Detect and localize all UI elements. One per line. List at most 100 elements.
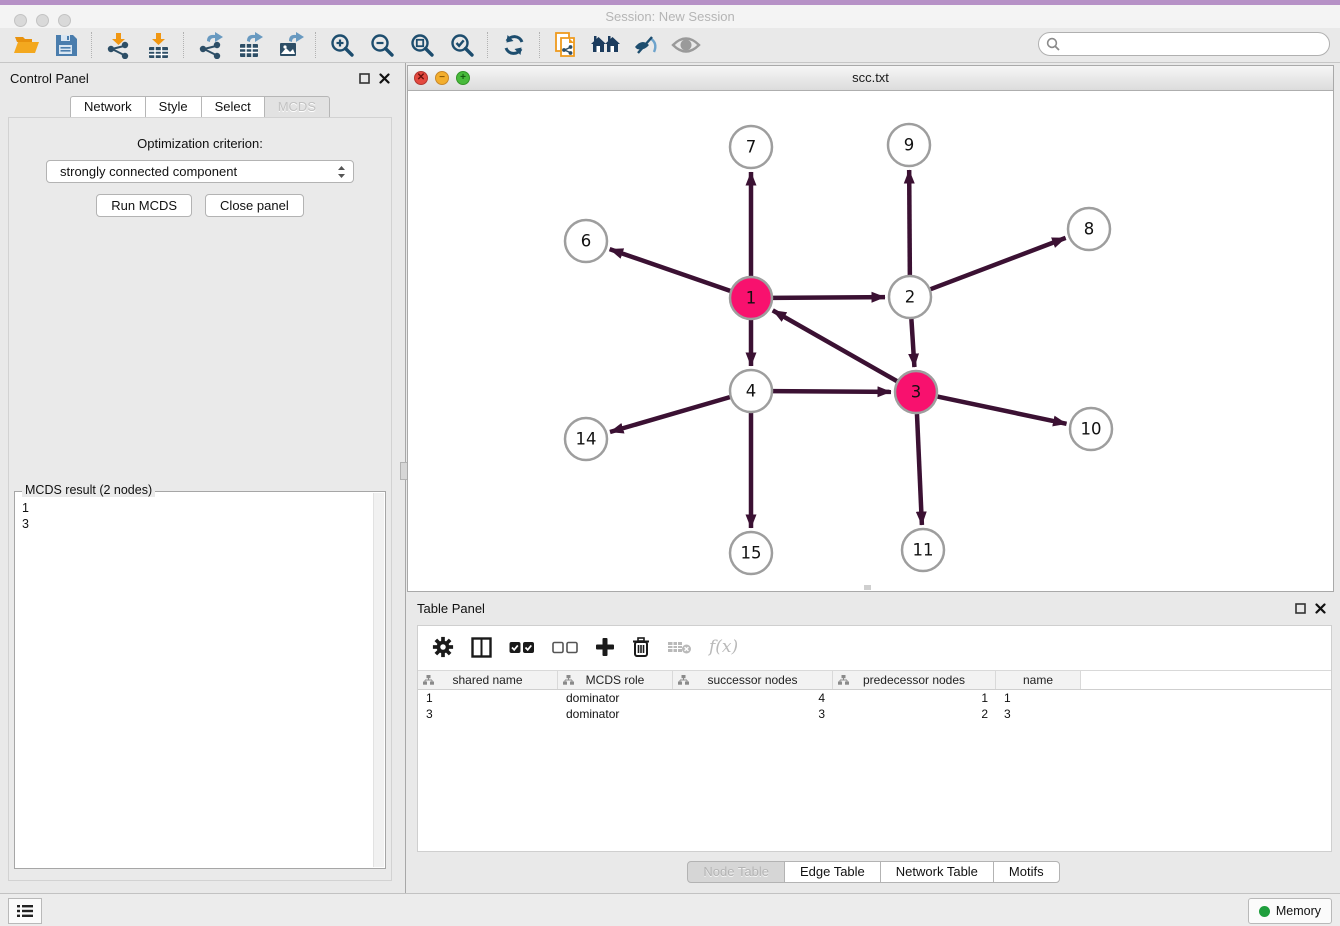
- float-panel-icon[interactable]: [359, 73, 370, 84]
- table-toolbar: f(x): [418, 626, 1331, 666]
- task-history-button[interactable]: [8, 898, 42, 924]
- tab-select[interactable]: Select: [201, 96, 265, 118]
- table-cell[interactable]: dominator: [558, 691, 673, 705]
- tab-node-table[interactable]: Node Table: [687, 861, 785, 883]
- function-builder-icon: f(x): [709, 637, 738, 657]
- import-network-icon[interactable]: [98, 30, 138, 60]
- export-network-icon[interactable]: [190, 30, 230, 60]
- graph-edge-3-10[interactable]: [938, 397, 1067, 424]
- memory-button[interactable]: Memory: [1248, 898, 1332, 924]
- column-header-successor-nodes[interactable]: successor nodes: [673, 671, 833, 689]
- tab-network-table[interactable]: Network Table: [880, 861, 994, 883]
- graph-edge-4-3[interactable]: [773, 391, 891, 392]
- delete-icon[interactable]: [632, 637, 650, 658]
- hide-selected-icon[interactable]: [626, 30, 666, 60]
- zoom-in-icon[interactable]: [322, 30, 362, 60]
- graph-edge-1-6[interactable]: [610, 249, 731, 291]
- graph-edge-2-9[interactable]: [909, 170, 910, 275]
- table-cell[interactable]: 1: [996, 691, 1081, 705]
- delete-table-icon: [667, 639, 692, 655]
- graph-edge-4-14[interactable]: [610, 397, 730, 432]
- tab-network[interactable]: Network: [70, 96, 146, 118]
- open-session-icon[interactable]: [6, 30, 46, 60]
- tab-style[interactable]: Style: [145, 96, 202, 118]
- result-scrollbar[interactable]: [373, 493, 384, 867]
- table-cell[interactable]: 1: [418, 691, 558, 705]
- gear-icon[interactable]: [432, 636, 454, 658]
- mcds-result-box: MCDS result (2 nodes) 1 3: [14, 491, 386, 869]
- first-neighbors-icon[interactable]: [586, 30, 626, 60]
- memory-button-label: Memory: [1276, 904, 1321, 918]
- network-window-title: scc.txt: [408, 66, 1333, 90]
- network-resize-handle[interactable]: [864, 585, 871, 590]
- import-table-icon[interactable]: [138, 30, 178, 60]
- control-panel-header: Control Panel: [0, 68, 400, 94]
- optimization-criterion-label: Optimization criterion:: [9, 136, 391, 151]
- float-panel-icon[interactable]: [1295, 603, 1306, 614]
- graph-node-label: 9: [904, 136, 915, 155]
- graph-edge-2-3[interactable]: [911, 319, 914, 367]
- table-row[interactable]: 3dominator323: [418, 706, 1331, 722]
- titlebar: Session: New Session: [0, 5, 1340, 28]
- table-cell[interactable]: 2: [833, 707, 996, 721]
- graph-node-label: 4: [746, 382, 757, 401]
- graph-node-label: 8: [1084, 220, 1095, 239]
- toolbar-separator: [183, 32, 185, 58]
- graph-node-label: 3: [911, 383, 922, 402]
- tab-edge-table[interactable]: Edge Table: [784, 861, 881, 883]
- network-graph: 1234678910111415: [408, 91, 1333, 591]
- memory-status-icon: [1259, 906, 1270, 917]
- close-panel-icon[interactable]: [379, 73, 390, 84]
- column-header-MCDS-role[interactable]: MCDS role: [558, 671, 673, 689]
- columns-icon[interactable]: [471, 637, 492, 658]
- table-row[interactable]: 1dominator411: [418, 690, 1331, 706]
- mcds-result-title: MCDS result (2 nodes): [22, 483, 155, 497]
- add-icon[interactable]: [595, 637, 615, 657]
- graph-node-label: 1: [746, 289, 757, 308]
- table-panel: Table Panel f(x) shared nameMCDS rolesuc…: [407, 595, 1340, 886]
- tab-mcds[interactable]: MCDS: [264, 96, 330, 118]
- export-image-icon[interactable]: [270, 30, 310, 60]
- table-panel-title: Table Panel: [417, 601, 485, 616]
- close-panel-icon[interactable]: [1315, 603, 1326, 614]
- save-session-icon[interactable]: [46, 30, 86, 60]
- network-canvas[interactable]: 1234678910111415: [408, 91, 1333, 591]
- toolbar-separator: [487, 32, 489, 58]
- graph-edge-3-1[interactable]: [773, 310, 897, 381]
- refresh-icon[interactable]: [494, 30, 534, 60]
- graph-edge-1-2[interactable]: [773, 297, 885, 298]
- list-icon: [17, 904, 33, 918]
- table-cell[interactable]: dominator: [558, 707, 673, 721]
- close-panel-button[interactable]: Close panel: [205, 194, 304, 217]
- mcds-panel: Optimization criterion: strongly connect…: [8, 117, 392, 881]
- graph-edge-3-11[interactable]: [917, 414, 922, 525]
- tab-motifs[interactable]: Motifs: [993, 861, 1060, 883]
- mcds-result-text[interactable]: 1 3: [15, 492, 385, 532]
- criterion-select[interactable]: strongly connected component: [46, 160, 354, 183]
- network-window-titlebar[interactable]: ✕ − + scc.txt: [408, 66, 1333, 91]
- graph-node-label: 10: [1081, 420, 1102, 439]
- fit-content-icon[interactable]: [402, 30, 442, 60]
- criterion-select-value: strongly connected component: [60, 161, 237, 182]
- table-cell[interactable]: 1: [833, 691, 996, 705]
- column-header-shared-name[interactable]: shared name: [418, 671, 558, 689]
- run-mcds-button[interactable]: Run MCDS: [96, 194, 192, 217]
- deselect-all-icon[interactable]: [552, 641, 578, 654]
- graph-edge-2-8[interactable]: [931, 238, 1066, 289]
- table-cell[interactable]: 4: [673, 691, 833, 705]
- select-all-icon[interactable]: [509, 641, 535, 654]
- clone-network-icon[interactable]: [546, 30, 586, 60]
- column-header-predecessor-nodes[interactable]: predecessor nodes: [833, 671, 996, 689]
- search-input[interactable]: [1038, 32, 1330, 56]
- export-table-icon[interactable]: [230, 30, 270, 60]
- toolbar-separator: [539, 32, 541, 58]
- table-cell[interactable]: 3: [673, 707, 833, 721]
- zoom-selected-icon[interactable]: [442, 30, 482, 60]
- search-icon: [1046, 37, 1060, 51]
- zoom-out-icon[interactable]: [362, 30, 402, 60]
- table-cell[interactable]: 3: [996, 707, 1081, 721]
- column-header-name[interactable]: name: [996, 671, 1081, 689]
- control-panel-tabs: NetworkStyleSelectMCDS: [0, 96, 400, 118]
- chevron-up-down-icon: [337, 165, 346, 179]
- table-cell[interactable]: 3: [418, 707, 558, 721]
